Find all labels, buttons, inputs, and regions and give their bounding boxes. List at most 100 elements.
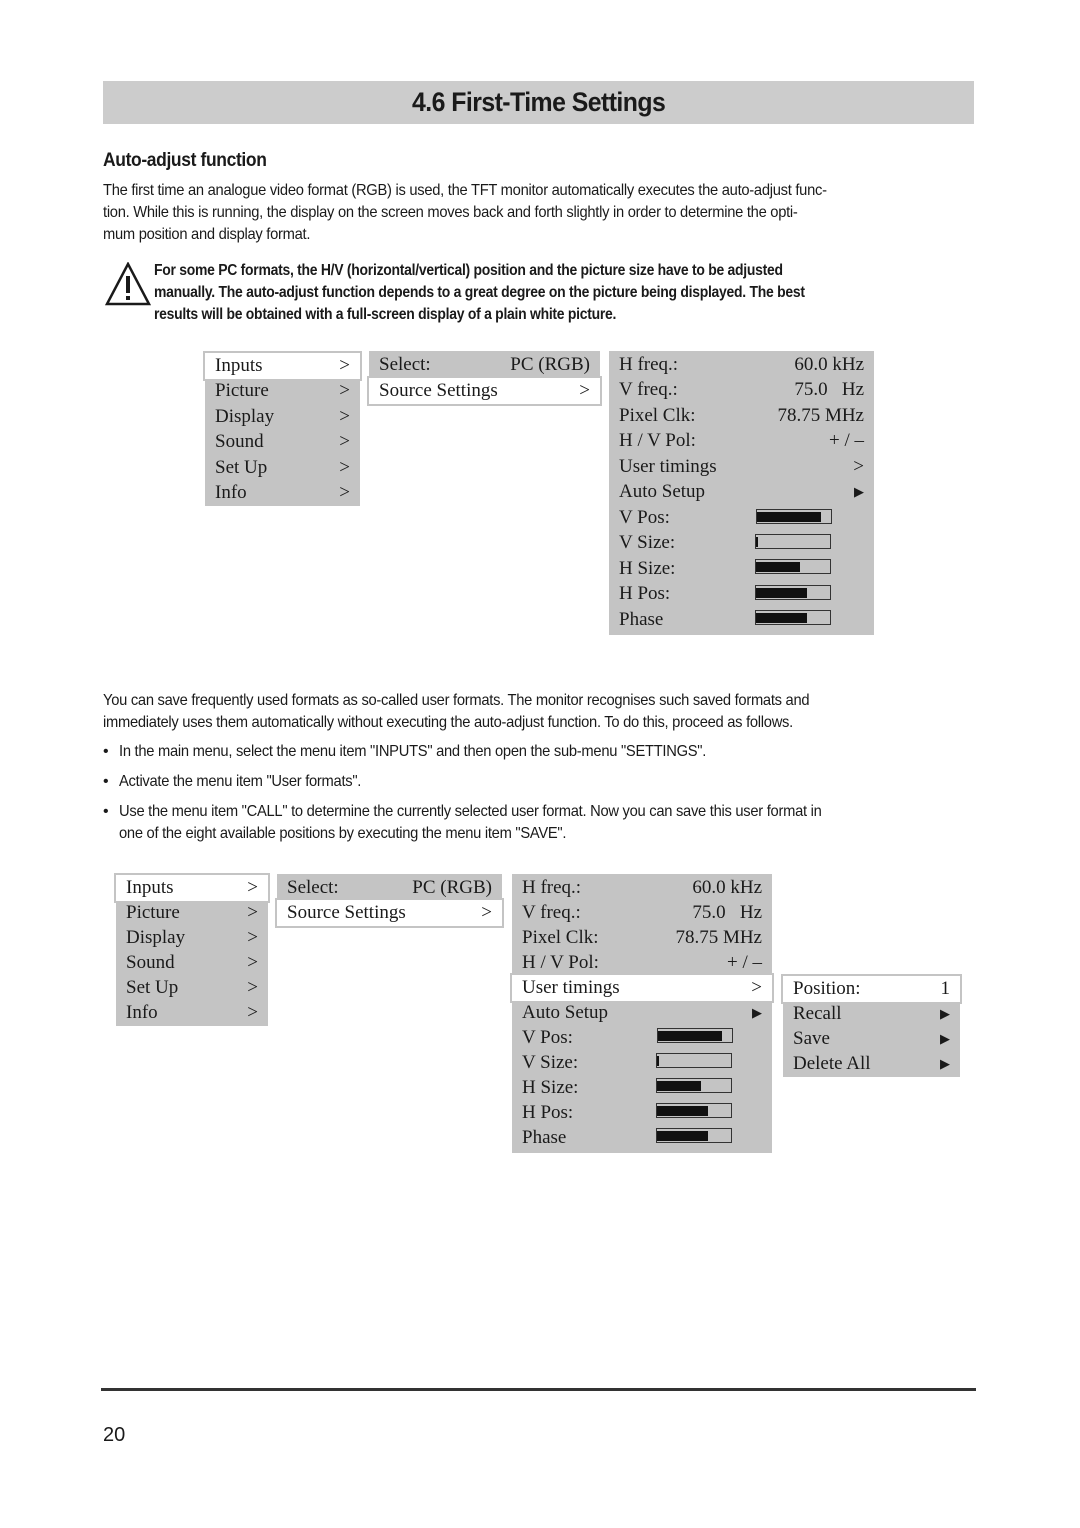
setting-label: H / V Pol: xyxy=(522,951,599,973)
setting-label: H / V Pol: xyxy=(619,430,696,452)
slider-h-size[interactable]: H Size: xyxy=(512,1075,772,1101)
menu-item-delete-all[interactable]: Delete All ▶ xyxy=(783,1051,960,1077)
setting-v-freq: V freq.: 75.0 Hz xyxy=(512,900,772,926)
menu-item-user-timings[interactable]: User timings > xyxy=(510,973,774,1003)
menu-item-position[interactable]: Position: 1 xyxy=(781,974,962,1004)
main-menu-panel: Inputs > Picture > Display > Sound > Set Up >… xyxy=(203,351,362,507)
menu-item-user-timings[interactable]: User timings > xyxy=(609,454,874,480)
menu-label: Display xyxy=(215,405,275,427)
warning-text: For some PC formats, the H/V (horizontal… xyxy=(154,260,877,326)
menu-item-picture[interactable]: Picture > xyxy=(205,379,360,405)
slider-fill xyxy=(657,1130,709,1141)
chevron-right-icon: > xyxy=(339,354,350,376)
menu-label: Sound xyxy=(126,951,175,973)
inputs-menu-panel: Select: PC (RGB) Source Settings > xyxy=(275,874,504,928)
menu-item-sound[interactable]: Sound > xyxy=(205,430,360,456)
slider-label: Phase xyxy=(522,1126,567,1148)
slider-label: V Size: xyxy=(522,1051,579,1073)
menu-item-info[interactable]: Info > xyxy=(116,1000,268,1026)
menu-label: Recall xyxy=(793,1002,842,1024)
footer-divider xyxy=(101,1388,976,1391)
slider-bar[interactable] xyxy=(756,509,832,524)
menu-item-recall[interactable]: Recall ▶ xyxy=(783,1001,960,1027)
menu-item-inputs[interactable]: Inputs > xyxy=(114,873,270,903)
setting-label: Pixel Clk: xyxy=(522,926,599,948)
menu-item-select[interactable]: Select: PC (RGB) xyxy=(277,875,502,901)
menu-item-info[interactable]: Info > xyxy=(205,481,360,507)
menu-item-save[interactable]: Save ▶ xyxy=(783,1026,960,1052)
slider-v-size[interactable]: V Size: xyxy=(512,1050,772,1076)
slider-v-pos[interactable]: V Pos: xyxy=(512,1025,772,1051)
intro-line: mum position and display format. xyxy=(103,226,311,243)
slider-fill xyxy=(658,1030,722,1041)
source-settings-panel: H freq.: 60.0 kHz V freq.: 75.0 Hz Pixel C… xyxy=(609,351,874,635)
chevron-right-icon: > xyxy=(247,1001,258,1023)
section-heading: Auto-adjust function xyxy=(103,150,267,171)
slider-bar[interactable] xyxy=(657,1028,733,1043)
page-number: 20 xyxy=(103,1424,126,1446)
chevron-right-icon: > xyxy=(247,901,258,923)
slider-bar[interactable] xyxy=(755,610,831,625)
chevron-right-icon: > xyxy=(339,482,350,504)
slider-label: Phase xyxy=(619,608,664,630)
menu-item-sound[interactable]: Sound > xyxy=(116,950,268,976)
setting-value: 60.0 kHz xyxy=(794,353,864,375)
menu-label: Picture xyxy=(126,901,180,923)
play-triangle-icon: ▶ xyxy=(854,484,864,500)
slider-v-size[interactable]: V Size: xyxy=(609,531,874,557)
menu-item-setup[interactable]: Set Up > xyxy=(116,975,268,1001)
menu-item-display[interactable]: Display > xyxy=(205,404,360,430)
slider-phase[interactable]: Phase xyxy=(512,1125,772,1151)
chevron-right-icon: > xyxy=(247,876,258,898)
slider-h-pos[interactable]: H Pos: xyxy=(512,1100,772,1126)
intro-paragraph: The first time an analogue video format … xyxy=(103,180,983,246)
list-item-text: one of the eight available positions by … xyxy=(119,825,567,842)
slider-label: V Pos: xyxy=(619,506,670,528)
slider-bar[interactable] xyxy=(656,1128,732,1143)
menu-item-select[interactable]: Select: PC (RGB) xyxy=(369,352,600,378)
slider-phase[interactable]: Phase xyxy=(609,607,874,633)
menu-label: Source Settings xyxy=(379,379,498,401)
menu-item-setup[interactable]: Set Up > xyxy=(205,455,360,481)
inputs-menu-panel: Select: PC (RGB) Source Settings > xyxy=(367,351,602,406)
setting-label: H freq.: xyxy=(522,876,582,898)
menu-item-inputs[interactable]: Inputs > xyxy=(203,351,362,381)
menu-value: PC (RGB) xyxy=(412,876,492,898)
setting-label: V freq.: xyxy=(619,379,678,401)
chevron-right-icon: > xyxy=(247,951,258,973)
chevron-right-icon: > xyxy=(247,926,258,948)
slider-bar[interactable] xyxy=(656,1053,732,1068)
play-triangle-icon: ▶ xyxy=(752,1004,762,1020)
setting-label: User timings xyxy=(619,455,717,477)
slider-label: H Size: xyxy=(522,1076,579,1098)
slider-bar[interactable] xyxy=(656,1078,732,1093)
menu-label: Position: xyxy=(793,977,861,999)
slider-h-pos[interactable]: H Pos: xyxy=(609,582,874,608)
chevron-right-icon: > xyxy=(247,976,258,998)
chevron-right-icon: > xyxy=(579,379,590,401)
slider-fill xyxy=(657,1105,709,1116)
menu-value: 1 xyxy=(940,977,951,999)
slider-bar[interactable] xyxy=(755,585,831,600)
slider-v-pos[interactable]: V Pos: xyxy=(609,505,874,531)
chevron-right-icon: > xyxy=(481,901,492,923)
page-title: 4.6 First-Time Settings xyxy=(411,87,666,117)
list-item: • In the main menu, select the menu item … xyxy=(103,741,983,763)
slider-h-size[interactable]: H Size: xyxy=(609,556,874,582)
menu-label: Set Up xyxy=(215,456,268,478)
slider-bar[interactable] xyxy=(755,559,831,574)
warning-line: results will be obtained with a full-scr… xyxy=(154,306,617,323)
instruction-list: • In the main menu, select the menu item … xyxy=(103,741,983,853)
menu-item-display[interactable]: Display > xyxy=(116,925,268,951)
menu-item-auto-setup[interactable]: Auto Setup ▶ xyxy=(512,1000,772,1026)
menu-item-source-settings[interactable]: Source Settings > xyxy=(275,898,504,928)
list-item-text: Use the menu item "CALL" to determine th… xyxy=(119,803,822,820)
slider-bar[interactable] xyxy=(656,1103,732,1118)
menu-item-auto-setup[interactable]: Auto Setup ▶ xyxy=(609,480,874,506)
menu-label: Sound xyxy=(215,431,264,453)
menu-label: Delete All xyxy=(793,1052,871,1074)
slider-label: H Pos: xyxy=(522,1101,574,1123)
menu-item-picture[interactable]: Picture > xyxy=(116,900,268,926)
menu-item-source-settings[interactable]: Source Settings > xyxy=(367,376,602,406)
slider-bar[interactable] xyxy=(755,534,831,549)
